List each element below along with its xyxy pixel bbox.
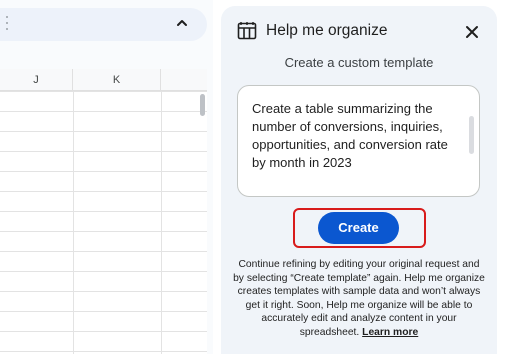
close-icon[interactable] — [465, 25, 479, 39]
vertical-scrollbar[interactable] — [200, 94, 205, 116]
column-header-k[interactable]: K — [73, 69, 161, 91]
grid-cells[interactable] — [0, 91, 207, 354]
disclaimer-text: Continue refining by editing your origin… — [233, 258, 485, 340]
column-divider — [73, 91, 74, 354]
prompt-textarea[interactable]: Create a table summarizing the number of… — [237, 85, 480, 197]
help-me-organize-panel: Help me organize Create a custom templat… — [221, 6, 497, 354]
column-header-next[interactable] — [161, 69, 207, 91]
column-header-row: J K — [0, 69, 207, 91]
prompt-text[interactable]: Create a table summarizing the number of… — [252, 100, 464, 172]
table-icon — [237, 22, 257, 40]
disclaimer-body: Continue refining by editing your origin… — [233, 259, 485, 338]
panel-gutter — [207, 0, 213, 354]
prompt-scrollbar[interactable] — [469, 116, 474, 154]
spreadsheet-area: J K — [0, 0, 213, 354]
chevron-up-icon[interactable] — [176, 18, 188, 28]
column-header-j[interactable]: J — [0, 69, 73, 91]
panel-subtitle: Create a custom template — [284, 55, 434, 70]
panel-header: Help me organize — [221, 6, 497, 56]
kebab-icon[interactable] — [6, 16, 9, 30]
column-divider — [161, 91, 162, 354]
spreadsheet-grid[interactable]: J K — [0, 69, 207, 354]
create-button[interactable]: Create — [318, 212, 399, 244]
panel-title: Help me organize — [266, 22, 388, 39]
learn-more-link[interactable]: Learn more — [362, 327, 418, 338]
